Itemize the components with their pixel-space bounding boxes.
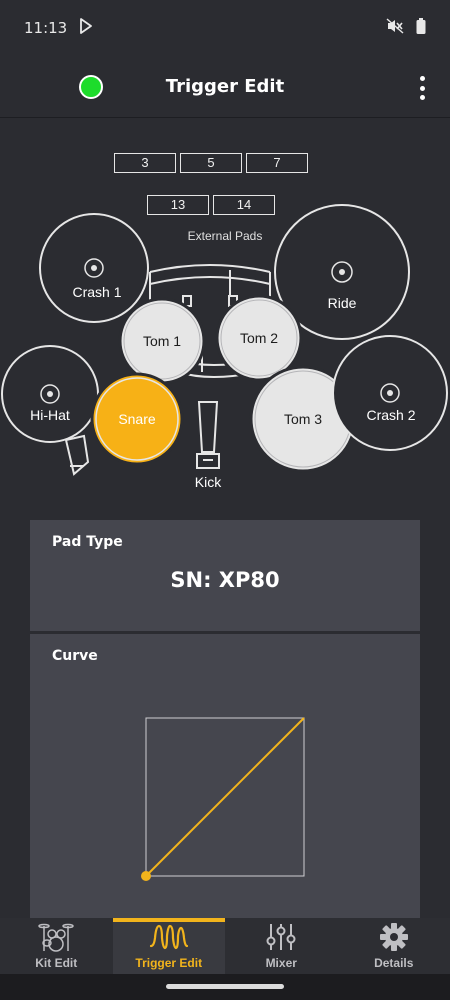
nav-label-trigger-edit: Trigger Edit [135,956,203,970]
app-bar: Trigger Edit [0,56,450,118]
pad-label-crash-2: Crash 2 [366,407,415,423]
home-indicator[interactable] [166,984,284,989]
pad-label-tom-1: Tom 1 [143,333,181,349]
pad-hi-hat[interactable]: Hi-Hat [1,345,99,443]
pad-label-snare: Snare [118,411,156,427]
pad-label-tom-3: Tom 3 [284,411,322,427]
battery-icon [416,18,426,38]
pad-label-kick: Kick [195,474,222,490]
curve-line [145,717,305,877]
nav-details[interactable]: Details [338,918,450,974]
bottom-navigation: Kit Edit Trigger Edit Mixer Details [0,918,450,974]
nav-label-kit-edit: Kit Edit [35,956,78,970]
pad-tom-2[interactable]: Tom 2 [215,294,303,382]
pad-snare[interactable]: Snare [90,372,184,466]
curve-card[interactable]: Curve [30,634,420,918]
curve-handle[interactable] [141,871,151,881]
pad-label-tom-2: Tom 2 [240,330,278,346]
hi-hat-pedal [64,434,90,476]
gear-icon [379,923,408,951]
mute-icon [386,18,404,38]
play-store-icon [79,18,93,38]
nav-mixer[interactable]: Mixer [225,918,338,974]
pad-tom-1[interactable]: Tom 1 [118,297,206,385]
nav-label-mixer: Mixer [265,956,297,970]
nav-kit-edit[interactable]: Kit Edit [0,918,113,974]
more-options-icon[interactable] [416,76,428,100]
pad-crash-2[interactable]: Crash 2 [332,335,448,451]
pad-label-ride: Ride [328,295,357,311]
drum-kit-icon [38,923,74,952]
pad-type-card[interactable]: Pad Type SN: XP80 [30,520,420,631]
pad-crash-1[interactable]: Crash 1 [39,213,149,323]
mixer-sliders-icon [266,924,296,950]
page-title: Trigger Edit [165,76,285,97]
status-bar: 11:13 [0,0,450,56]
kick-pedal[interactable] [196,401,220,469]
pad-label-crash-1: Crash 1 [72,284,121,300]
system-navigation-bar [0,974,450,1000]
drum-kit-diagram: 3 5 7 13 14 External Pads Crash 1 Ride T… [0,120,450,510]
curve-graph [141,717,305,881]
pad-type-title: Pad Type [52,534,123,550]
pad-label-hi-hat: Hi-Hat [30,407,70,423]
drum-kit-svg: Crash 1 Ride Tom 1 Tom 2 Hi-Hat Snare Ki… [1,204,448,490]
waveform-icon [149,924,188,950]
pad-type-value: SN: XP80 [170,568,280,592]
status-time: 11:13 [24,19,68,37]
nav-trigger-edit[interactable]: Trigger Edit [112,918,225,974]
nav-label-details: Details [374,956,414,970]
